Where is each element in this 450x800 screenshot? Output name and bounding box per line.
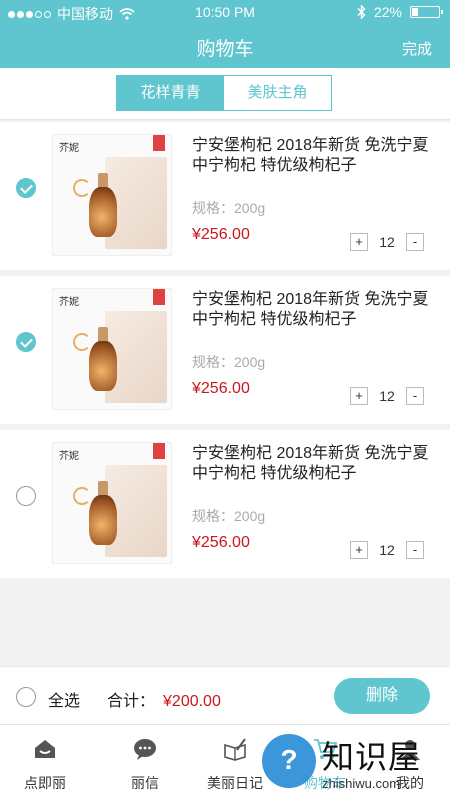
tab-meifu-zhujue[interactable]: 美肤主角 [224,76,331,110]
watermark: ? 知识屋 zhishiwu.com [262,730,450,800]
tab-huayang-qingqing[interactable]: 花样青青 [117,76,224,110]
swirl-graphic [73,333,91,351]
quantity-stepper: + 12 - [350,541,424,559]
product-brand-label: 芥妮 [59,297,79,308]
cart-item: 芥妮 宁安堡枸杞 2018年新货 免洗宁夏中宁枸杞 特优级枸杞子 规格：200g… [0,122,450,270]
decrease-button[interactable]: - [406,541,424,559]
segment-bar: 花样青青 美肤主角 [0,68,450,120]
decrease-button[interactable]: - [406,387,424,405]
product-spec: 规格：200g [192,354,266,370]
swirl-graphic [73,179,91,197]
item-checkbox[interactable] [16,486,36,506]
watermark-url: zhishiwu.com [322,776,401,791]
item-checkbox[interactable] [16,178,36,198]
watermark-title: 知识屋 [322,739,422,775]
delete-button[interactable]: 删除 [334,678,430,714]
product-image[interactable]: 芥妮 [52,134,172,256]
product-name[interactable]: 宁安堡枸杞 2018年新货 免洗宁夏中宁枸杞 特优级枸杞子 [192,444,440,484]
total-label: 合计： [107,693,156,710]
bottle-graphic [89,341,117,391]
quantity-stepper: + 12 - [350,387,424,405]
quantity-value: 12 [379,542,395,558]
quantity-stepper: + 12 - [350,233,424,251]
decrease-button[interactable]: - [406,233,424,251]
product-image[interactable]: 芥妮 [52,442,172,564]
swirl-graphic [73,487,91,505]
status-bar: 中国移动 10:50 PM 22% [0,0,450,24]
bluetooth-icon [357,5,366,19]
product-price: ¥256.00 [192,380,250,397]
corner-tag-icon [153,443,165,459]
product-brand-label: 芥妮 [59,451,79,462]
product-spec: 规格：200g [192,200,266,216]
segment-control: 花样青青 美肤主角 [116,75,332,111]
product-image[interactable]: 芥妮 [52,288,172,410]
corner-tag-icon [153,135,165,151]
increase-button[interactable]: + [350,541,368,559]
product-name[interactable]: 宁安堡枸杞 2018年新货 免洗宁夏中宁枸杞 特优级枸杞子 [192,290,440,330]
product-brand-label: 芥妮 [59,143,79,154]
chat-icon [134,739,156,760]
increase-button[interactable]: + [350,387,368,405]
total-amount: ¥200.00 [163,693,221,710]
tabbar-label: 点即丽 [24,775,66,791]
total-summary: 合计： ¥200.00 [107,687,221,711]
watermark-logo-icon: ? [262,734,316,788]
home-icon [35,740,55,758]
tabbar-item-home[interactable]: 点即丽 [0,725,90,800]
tabbar-item-messages[interactable]: 丽信 [100,725,190,800]
bottle-graphic [89,187,117,237]
tabbar-label: 丽信 [131,775,159,791]
select-all-label[interactable]: 全选 [48,687,80,711]
done-button[interactable]: 完成 [402,38,432,59]
product-spec: 规格：200g [192,508,266,524]
product-price: ¥256.00 [192,534,250,551]
status-right: 22% [357,4,443,20]
diary-icon [224,738,246,761]
item-checkbox[interactable] [16,332,36,352]
battery-icon [410,6,443,18]
battery-percent: 22% [373,4,402,20]
product-name[interactable]: 宁安堡枸杞 2018年新货 免洗宁夏中宁枸杞 特优级枸杞子 [192,136,440,176]
select-all-checkbox[interactable] [16,687,36,707]
product-price: ¥256.00 [192,226,250,243]
nav-bar: 购物车 完成 [0,24,450,68]
bottle-graphic [89,495,117,545]
quantity-value: 12 [379,388,395,404]
cart-footer: 全选 合计： ¥200.00 删除 [0,666,450,724]
cart-item: 芥妮 宁安堡枸杞 2018年新货 免洗宁夏中宁枸杞 特优级枸杞子 规格：200g… [0,430,450,578]
increase-button[interactable]: + [350,233,368,251]
quantity-value: 12 [379,234,395,250]
cart-item: 芥妮 宁安堡枸杞 2018年新货 免洗宁夏中宁枸杞 特优级枸杞子 规格：200g… [0,276,450,424]
page-title: 购物车 [196,39,254,60]
corner-tag-icon [153,289,165,305]
